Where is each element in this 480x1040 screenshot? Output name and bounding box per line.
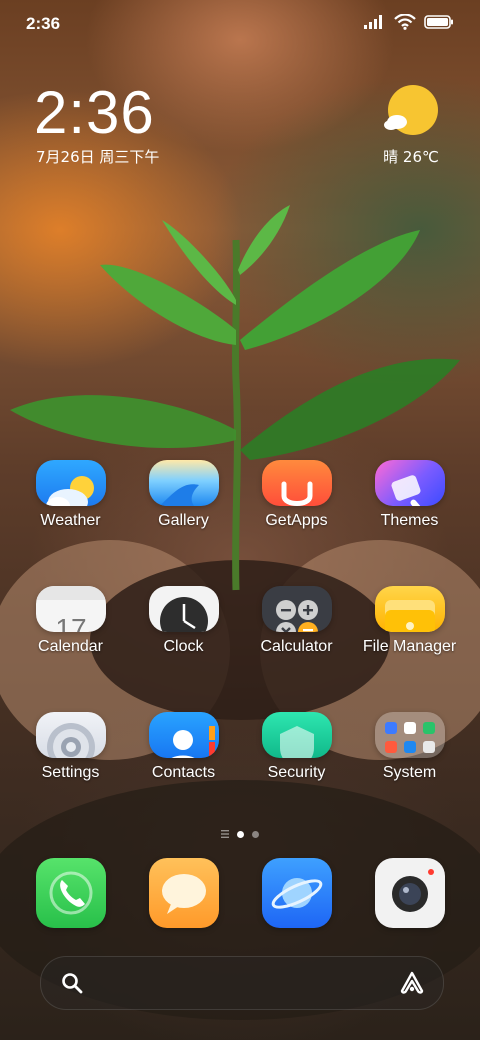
search-bar[interactable] bbox=[40, 956, 444, 1010]
app-weather[interactable]: Weather bbox=[16, 460, 126, 530]
page-dot-active[interactable] bbox=[237, 830, 244, 838]
dock bbox=[0, 858, 480, 928]
battery-icon bbox=[424, 15, 453, 29]
themes-icon bbox=[374, 460, 445, 506]
app-label: System bbox=[382, 764, 437, 781]
getapps-icon bbox=[261, 460, 332, 506]
weather-icon bbox=[35, 460, 106, 506]
app-label: Security bbox=[267, 764, 326, 781]
dock-messages[interactable] bbox=[129, 858, 239, 928]
folder-icon bbox=[374, 586, 445, 632]
app-label: Settings bbox=[41, 764, 100, 781]
app-label: Contacts bbox=[151, 764, 216, 781]
clock-widget-date[interactable]: 7月26日 周三下午 bbox=[36, 146, 159, 167]
app-label: Themes bbox=[380, 512, 439, 529]
status-icons bbox=[364, 14, 454, 30]
gallery-icon bbox=[148, 460, 219, 506]
app-security[interactable]: Security bbox=[242, 712, 352, 782]
app-themes[interactable]: Themes bbox=[355, 460, 465, 530]
calculator-icon bbox=[261, 586, 332, 632]
calendar-day-number: 17 bbox=[55, 613, 86, 632]
signal-icon bbox=[364, 15, 382, 29]
app-grid: Weather Gallery GetApps Themes 17 Calend… bbox=[0, 460, 480, 838]
app-file-manager[interactable]: File Manager bbox=[355, 586, 465, 656]
app-label: GetApps bbox=[265, 512, 328, 529]
contacts-icon bbox=[148, 712, 219, 758]
phone-icon bbox=[35, 858, 106, 928]
page-indicator bbox=[0, 830, 480, 838]
app-label: File Manager bbox=[362, 638, 457, 655]
weather-temperature: 26℃ bbox=[402, 148, 439, 166]
search-icon[interactable] bbox=[61, 972, 83, 994]
app-settings[interactable]: Settings bbox=[16, 712, 126, 782]
browser-icon bbox=[261, 858, 332, 928]
menu-lines-icon bbox=[221, 830, 229, 838]
app-label: Calculator bbox=[260, 638, 333, 655]
shield-icon bbox=[261, 712, 332, 758]
app-contacts[interactable]: Contacts bbox=[129, 712, 239, 782]
app-label: Weather bbox=[40, 512, 101, 529]
assistant-icon[interactable] bbox=[399, 971, 425, 995]
messages-icon bbox=[148, 858, 219, 928]
calendar-icon: 17 bbox=[35, 586, 106, 632]
app-clock[interactable]: Clock bbox=[129, 586, 239, 656]
dock-phone[interactable] bbox=[16, 858, 126, 928]
status-bar: 2:36 bbox=[0, 0, 480, 50]
clock-widget-time[interactable]: 2:36 bbox=[34, 78, 155, 147]
app-calendar[interactable]: 17 Calendar bbox=[16, 586, 126, 656]
weather-condition: 晴 bbox=[383, 148, 399, 166]
weather-temp: 晴 26℃ bbox=[376, 146, 446, 167]
app-gallery[interactable]: Gallery bbox=[129, 460, 239, 530]
dock-camera[interactable] bbox=[355, 858, 465, 928]
app-getapps[interactable]: GetApps bbox=[242, 460, 352, 530]
dock-browser[interactable] bbox=[242, 858, 352, 928]
system-folder-icon bbox=[374, 712, 445, 758]
app-system-folder[interactable]: System bbox=[355, 712, 465, 782]
app-label: Clock bbox=[163, 638, 204, 655]
clock-icon bbox=[148, 586, 219, 632]
status-time: 2:36 bbox=[26, 14, 61, 33]
app-label: Calendar bbox=[38, 638, 103, 655]
app-calculator[interactable]: Calculator bbox=[242, 586, 352, 656]
app-label: Gallery bbox=[158, 512, 209, 529]
page-dot[interactable] bbox=[252, 830, 259, 838]
wifi-icon bbox=[394, 14, 416, 30]
sun-cloud-icon bbox=[384, 85, 438, 135]
weather-widget[interactable]: 晴 26℃ bbox=[376, 84, 446, 167]
settings-icon bbox=[35, 712, 106, 758]
camera-icon bbox=[374, 858, 445, 928]
